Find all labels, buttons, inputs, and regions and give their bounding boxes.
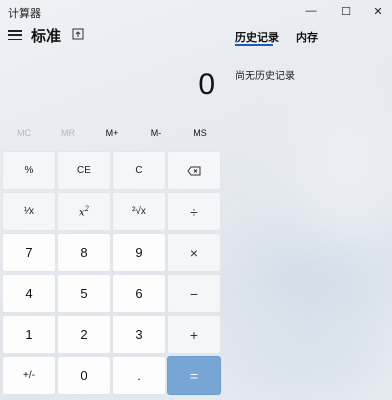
clear-label: C — [135, 165, 143, 176]
digit-9-label: 9 — [135, 245, 143, 260]
active-tab-indicator — [235, 44, 273, 46]
add-label: + — [189, 326, 199, 343]
digit-4-label: 4 — [25, 286, 33, 301]
multiply-button[interactable]: × — [167, 233, 221, 272]
digit-8-label: 8 — [80, 245, 88, 260]
square-button[interactable]: x2 — [57, 192, 111, 231]
memory-row: MC MR M+ M- MS — [0, 128, 228, 144]
square-exponent: 2 — [84, 204, 90, 213]
digit-9-button[interactable]: 9 — [112, 233, 166, 272]
digit-5-label: 5 — [80, 286, 88, 301]
digit-8-button[interactable]: 8 — [57, 233, 111, 272]
close-icon: ✕ — [373, 5, 383, 18]
maximize-icon: ☐ — [341, 5, 351, 18]
minimize-icon: — — [305, 5, 317, 17]
digit-7-label: 7 — [25, 245, 33, 260]
memory-clear-button[interactable]: MC — [4, 128, 44, 138]
digit-3-button[interactable]: 3 — [112, 315, 166, 354]
equals-label: = — [189, 367, 199, 384]
clear-entry-button[interactable]: CE — [57, 151, 111, 190]
subtract-label: − — [189, 285, 199, 302]
clear-entry-label: CE — [77, 165, 91, 176]
backspace-button[interactable] — [167, 151, 221, 190]
square-root-label: ²√x — [132, 206, 146, 217]
maximize-button[interactable]: ☐ — [330, 1, 362, 21]
square-label: x2 — [79, 205, 89, 218]
divide-button[interactable]: ÷ — [167, 192, 221, 231]
reciprocal-label: ¹⁄x — [24, 206, 34, 217]
memory-add-button[interactable]: M+ — [92, 128, 132, 138]
divide-label: ÷ — [190, 203, 198, 220]
clear-button[interactable]: C — [112, 151, 166, 190]
title-bar: 计算器 — ☐ ✕ — [0, 0, 392, 22]
negate-button[interactable]: +/- — [2, 356, 56, 395]
menu-icon[interactable] — [8, 28, 22, 42]
digit-5-button[interactable]: 5 — [57, 274, 111, 313]
percent-label: % — [24, 165, 34, 176]
tab-memory[interactable]: 内存 — [296, 29, 318, 45]
result-display: 0 — [198, 68, 215, 101]
decimal-button[interactable]: . — [112, 356, 166, 395]
percent-button[interactable]: % — [2, 151, 56, 190]
digit-1-button[interactable]: 1 — [2, 315, 56, 354]
backdrop-blob — [230, 320, 390, 400]
digit-2-button[interactable]: 2 — [57, 315, 111, 354]
negate-label: +/- — [23, 370, 35, 381]
history-empty-message: 尚无历史记录 — [235, 71, 295, 82]
mode-title: 标准 — [31, 28, 62, 45]
digit-1-label: 1 — [25, 327, 33, 342]
decimal-label: . — [137, 368, 141, 383]
equals-button[interactable]: = — [167, 356, 221, 395]
memory-recall-button[interactable]: MR — [48, 128, 88, 138]
backspace-icon — [187, 166, 201, 175]
memory-subtract-button[interactable]: M- — [136, 128, 176, 138]
digit-6-label: 6 — [135, 286, 143, 301]
digit-2-label: 2 — [80, 327, 88, 342]
minimize-button[interactable]: — — [295, 1, 327, 21]
digit-6-button[interactable]: 6 — [112, 274, 166, 313]
tab-history[interactable]: 历史记录 — [235, 29, 279, 45]
multiply-label: × — [189, 244, 199, 261]
digit-0-label: 0 — [80, 368, 88, 383]
window-title: 计算器 — [8, 8, 41, 20]
reciprocal-button[interactable]: ¹⁄x — [2, 192, 56, 231]
keep-on-top-icon[interactable] — [72, 28, 84, 40]
digit-3-label: 3 — [135, 327, 143, 342]
digit-7-button[interactable]: 7 — [2, 233, 56, 272]
subtract-button[interactable]: − — [167, 274, 221, 313]
add-button[interactable]: + — [167, 315, 221, 354]
digit-0-button[interactable]: 0 — [57, 356, 111, 395]
square-root-button[interactable]: ²√x — [112, 192, 166, 231]
digit-4-button[interactable]: 4 — [2, 274, 56, 313]
backdrop-blob — [300, 100, 392, 250]
close-button[interactable]: ✕ — [362, 1, 392, 21]
memory-store-button[interactable]: MS — [180, 128, 220, 138]
